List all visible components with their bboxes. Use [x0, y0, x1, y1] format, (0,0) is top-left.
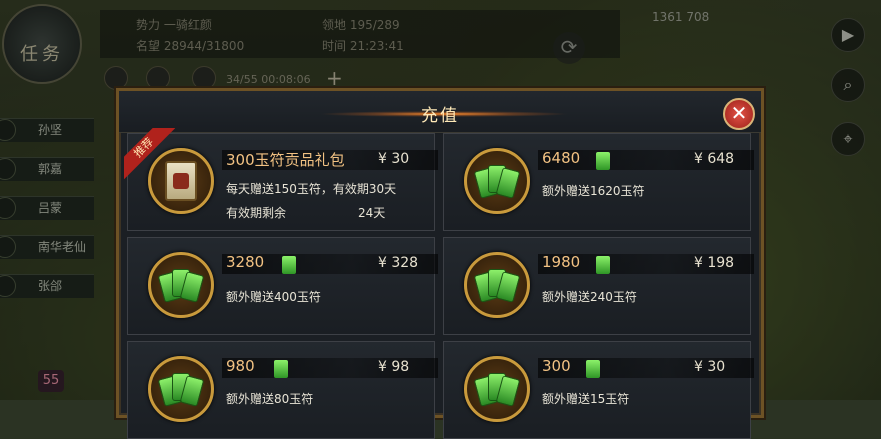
- jade-pack-icon: [464, 148, 530, 214]
- jade-ticket-icon: [596, 152, 610, 170]
- pack-price: ¥ 98: [378, 359, 409, 375]
- close-button[interactable]: ✕: [723, 98, 755, 130]
- pack-name: 1980: [542, 253, 580, 271]
- pack-desc: 额外赠送240玉符: [542, 288, 637, 305]
- remain-label: 有效期剩余: [226, 204, 286, 221]
- pack-desc: 额外赠送80玉符: [226, 390, 313, 407]
- pack-card-gift[interactable]: 推荐 300玉符贡品礼包 ¥ 30 每天赠送150玉符，有效期30天 有效期剩余…: [127, 133, 435, 231]
- jade-pack-icon: [464, 252, 530, 318]
- dialog-title-bar: 充值 ✕: [119, 91, 761, 133]
- pack-name: 980: [226, 357, 255, 375]
- gift-pack-icon: [148, 148, 214, 214]
- pack-price: ¥ 30: [378, 151, 409, 167]
- pack-price: ¥ 648: [694, 151, 734, 167]
- recharge-dialog: 充值 ✕ 推荐 300玉符贡品礼包 ¥ 30 每天赠送150玉符，有效期30天 …: [116, 88, 764, 418]
- dialog-title: 充值: [119, 101, 761, 126]
- jade-ticket-icon: [586, 360, 600, 378]
- pack-desc: 额外赠送15玉符: [542, 390, 629, 407]
- pack-price: ¥ 30: [694, 359, 725, 375]
- pack-card[interactable]: 1980 ¥ 198 额外赠送240玉符: [443, 237, 751, 335]
- pack-name: 300玉符贡品礼包: [226, 149, 345, 170]
- jade-ticket-icon: [282, 256, 296, 274]
- pack-card[interactable]: 980 ¥ 98 额外赠送80玉符: [127, 341, 435, 439]
- pack-price: ¥ 198: [694, 255, 734, 271]
- pack-card[interactable]: 300 ¥ 30 额外赠送15玉符: [443, 341, 751, 439]
- pack-card[interactable]: 6480 ¥ 648 额外赠送1620玉符: [443, 133, 751, 231]
- pack-card[interactable]: 3280 ¥ 328 额外赠送400玉符: [127, 237, 435, 335]
- remain-days: 24天: [358, 204, 385, 221]
- jade-ticket-icon: [274, 360, 288, 378]
- pack-name: 3280: [226, 253, 264, 271]
- pack-desc: 额外赠送400玉符: [226, 288, 321, 305]
- pack-name: 300: [542, 357, 571, 375]
- jade-ticket-icon: [596, 256, 610, 274]
- pack-desc: 每天赠送150玉符，有效期30天: [226, 180, 396, 197]
- jade-pack-icon: [148, 356, 214, 422]
- jade-pack-icon: [148, 252, 214, 318]
- pack-desc: 额外赠送1620玉符: [542, 182, 645, 199]
- pack-name: 6480: [542, 149, 580, 167]
- pack-price: ¥ 328: [378, 255, 418, 271]
- jade-pack-icon: [464, 356, 530, 422]
